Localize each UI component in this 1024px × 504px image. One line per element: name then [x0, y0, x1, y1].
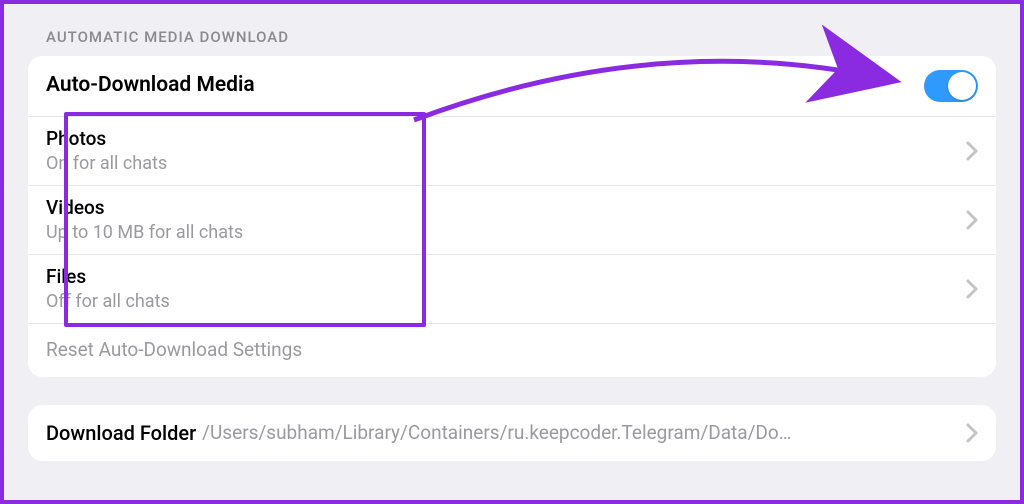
toggle-auto-download-media[interactable]: [924, 70, 978, 102]
toggle-knob: [948, 72, 976, 100]
row-videos[interactable]: Videos Up to 10 MB for all chats: [28, 186, 996, 255]
label-files: Files: [46, 265, 170, 290]
label-download-folder: Download Folder: [46, 421, 196, 445]
row-download-folder[interactable]: Download Folder /Users/subham/Library/Co…: [28, 405, 996, 461]
row-photos[interactable]: Photos On for all chats: [28, 117, 996, 186]
row-files[interactable]: Files Off for all chats: [28, 255, 996, 324]
label-videos: Videos: [46, 196, 243, 221]
label-reset-auto-download: Reset Auto-Download Settings: [46, 338, 302, 363]
chevron-right-icon: [966, 423, 978, 443]
row-reset-auto-download[interactable]: Reset Auto-Download Settings: [28, 324, 996, 377]
label-photos: Photos: [46, 127, 167, 152]
chevron-right-icon: [966, 141, 978, 161]
section-header-automatic-media-download: AUTOMATIC MEDIA DOWNLOAD: [28, 28, 996, 56]
chevron-right-icon: [966, 210, 978, 230]
chevron-right-icon: [966, 279, 978, 299]
row-auto-download-media[interactable]: Auto-Download Media: [28, 56, 996, 117]
media-download-card: Auto-Download Media Photos On for all ch…: [28, 56, 996, 377]
download-folder-card: Download Folder /Users/subham/Library/Co…: [28, 405, 996, 461]
subtitle-photos: On for all chats: [46, 152, 167, 175]
subtitle-videos: Up to 10 MB for all chats: [46, 221, 243, 244]
label-auto-download-media: Auto-Download Media: [46, 72, 255, 99]
subtitle-files: Off for all chats: [46, 290, 170, 313]
path-download-folder: /Users/subham/Library/Containers/ru.keep…: [196, 421, 791, 444]
